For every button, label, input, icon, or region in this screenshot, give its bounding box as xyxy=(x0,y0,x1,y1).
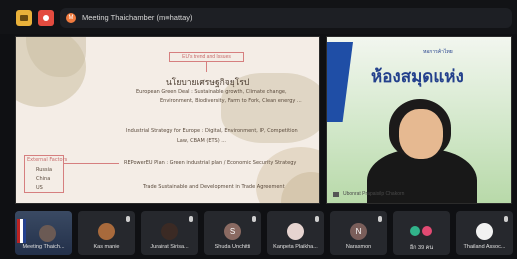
avatar xyxy=(287,223,304,240)
more-participants-count: อีก 39 คน xyxy=(409,245,434,251)
participant-name: Narasmon xyxy=(345,244,372,250)
banner-text: ห้องสมุดแห่ง xyxy=(371,67,464,87)
avatar xyxy=(98,223,115,240)
mic-muted-icon xyxy=(504,216,508,222)
participant-name: Shuda Unchitti xyxy=(214,244,251,250)
meeting-title-bar[interactable]: M Meeting Thaichamber (m≡hattay) xyxy=(60,8,512,28)
slide-line: REPowerEU Plan : Green industrial plan /… xyxy=(124,160,297,166)
meeting-badge: M xyxy=(66,13,76,23)
shared-presentation: EU's trend and Issues นโยบายเศรษฐกิจยุโร… xyxy=(15,36,320,204)
mic-icon xyxy=(333,192,339,197)
slide-heading: EU's trend and Issues xyxy=(169,52,244,62)
participant-tile[interactable]: Thailand Assoc... xyxy=(456,211,513,255)
speaker-face xyxy=(399,109,443,159)
slide-thai-title: นโยบายเศรษฐกิจยุโรป xyxy=(166,78,250,88)
external-factors-title: External Factors xyxy=(27,157,68,163)
participant-tile[interactable]: Kanpeta Plaikha... xyxy=(267,211,324,255)
participant-name: Jurairat Sirisa... xyxy=(150,244,189,250)
speaker-name: Ubonrat Prapaisilp Chakorn xyxy=(343,191,405,197)
participant-dot xyxy=(422,226,432,236)
participant-tile[interactable]: S Shuda Unchitti xyxy=(204,211,261,255)
speaker-video[interactable]: หอการค้าไทย ห้องสมุดแห่ง Ubonrat Prapais… xyxy=(326,36,512,204)
participant-tile[interactable]: Jurairat Sirisa... xyxy=(141,211,198,255)
mic-muted-icon xyxy=(252,216,256,222)
participant-tile[interactable]: Meeting Thaich... xyxy=(15,211,72,255)
meeting-title: Meeting Thaichamber (m≡hattay) xyxy=(82,13,193,22)
external-factor-item: Russia xyxy=(36,167,53,173)
avatar-initial: S xyxy=(224,223,241,240)
more-participants-tile[interactable]: อีก 39 คน xyxy=(393,211,450,255)
avatar-initial: N xyxy=(350,223,367,240)
participant-name: Kanpeta Plaikha... xyxy=(273,244,318,250)
avatar xyxy=(476,223,493,240)
avatar xyxy=(161,223,178,240)
participant-name: Kas manie xyxy=(93,244,120,250)
participant-dot xyxy=(410,226,420,236)
participant-tile[interactable]: N Narasmon xyxy=(330,211,387,255)
participant-name: Meeting Thaich... xyxy=(22,244,65,250)
participant-name: Thailand Assoc... xyxy=(463,244,506,250)
external-factor-item: China xyxy=(36,176,51,182)
external-factor-item: US xyxy=(36,185,43,191)
chat-icon[interactable] xyxy=(16,10,32,26)
top-bar: M Meeting Thaichamber (m≡hattay) xyxy=(0,0,517,34)
slide-line: Trade Sustainable and Development in Tra… xyxy=(143,184,285,190)
record-icon[interactable] xyxy=(38,10,54,26)
mic-muted-icon xyxy=(189,216,193,222)
slide-line: Environment, Biodiversity, Farm to Fork,… xyxy=(160,98,302,104)
banner-small-text: หอการค้าไทย xyxy=(423,49,453,55)
participant-tile[interactable]: Kas manie xyxy=(78,211,135,255)
mic-muted-icon xyxy=(378,216,382,222)
slide-line: Law, CBAM (ETS) ... xyxy=(177,138,227,144)
slide-line: European Green Deal : Sustainable growth… xyxy=(136,89,287,95)
avatar xyxy=(39,225,56,242)
mic-muted-icon xyxy=(315,216,319,222)
slide-line: Industrial Strategy for Europe : Digital… xyxy=(126,128,298,134)
mic-muted-icon xyxy=(126,216,130,222)
